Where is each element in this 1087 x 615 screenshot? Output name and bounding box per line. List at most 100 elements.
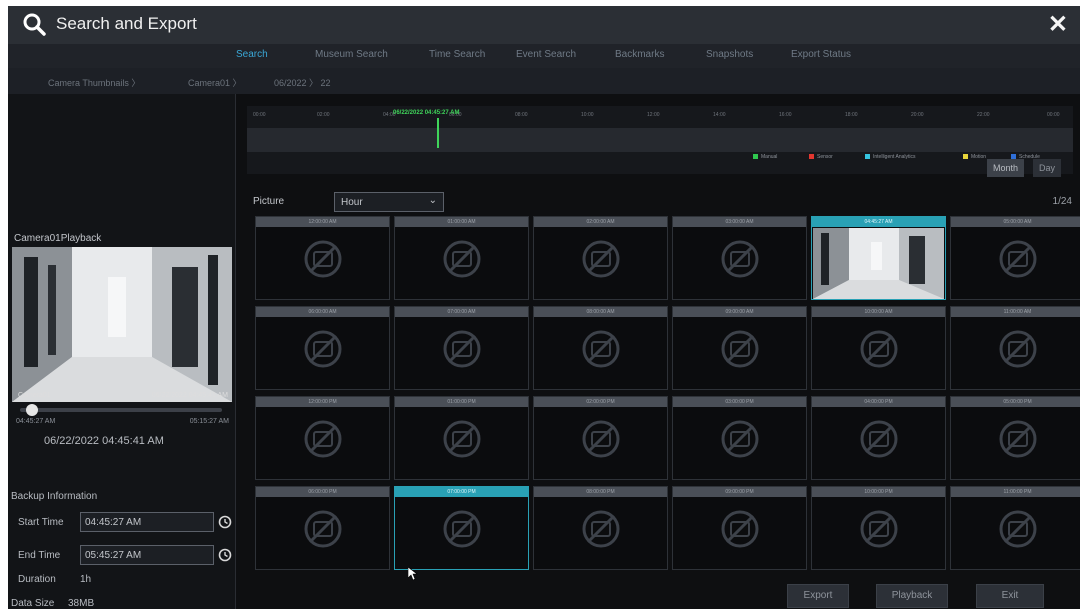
thumbnail-time: 07:00:00 AM: [395, 307, 528, 317]
thumbnail-cell[interactable]: 09:00:00 AM: [672, 306, 807, 390]
thumbnail-cell[interactable]: 10:00:00 PM: [811, 486, 946, 570]
thumbnail-time: 12:00:00 PM: [256, 397, 389, 407]
thumbnail-cell[interactable]: 05:00:00 AM: [950, 216, 1080, 300]
timeline-tick: 10:00: [581, 112, 594, 118]
thumbnail-cell[interactable]: 03:00:00 AM: [672, 216, 807, 300]
mouse-cursor-icon: [408, 567, 418, 581]
picture-interval-value: Hour: [341, 197, 363, 208]
timeline-tick: 12:00: [647, 112, 660, 118]
thumbnail-cell[interactable]: 12:00:00 PM: [255, 396, 390, 480]
no-image-icon: [301, 507, 345, 551]
thumbnail-cell[interactable]: 07:00:00 AM: [394, 306, 529, 390]
tab-time-search[interactable]: Time Search: [429, 49, 485, 60]
playback-title: Camera01Playback: [14, 233, 102, 244]
timeline-tick: 14:00: [713, 112, 726, 118]
thumbnail-cell[interactable]: 02:00:00 PM: [533, 396, 668, 480]
playback-slider[interactable]: [20, 404, 222, 416]
timeline[interactable]: 00:00 02:00 04:00 06:00 08:00 10:00 12:0…: [247, 106, 1073, 174]
thumbnail-cell[interactable]: 07:00:00 PM: [394, 486, 529, 570]
search-tabs: Search Museum Search Time Search Event S…: [8, 44, 1080, 68]
start-time-label: Start Time: [18, 517, 64, 528]
breadcrumb-date[interactable]: 06/2022 〉 22: [274, 76, 331, 89]
tab-snapshots[interactable]: Snapshots: [706, 49, 753, 60]
timeline-tick: 02:00: [317, 112, 330, 118]
no-image-icon: [579, 507, 623, 551]
duration-label: Duration: [18, 574, 56, 585]
clock-icon[interactable]: [218, 548, 232, 562]
end-time-field[interactable]: [80, 545, 214, 565]
picture-interval-select[interactable]: Hour ⌄: [334, 192, 444, 212]
playback-video[interactable]: Camera01 06/22/2022 04:45:41 AM: [12, 247, 232, 402]
thumbnail-cell[interactable]: 06:00:00 AM: [255, 306, 390, 390]
thumbnail-cell[interactable]: 11:00:00 PM: [950, 486, 1080, 570]
thumbnail-cell[interactable]: 06:00:00 PM: [255, 486, 390, 570]
legend-motion: Motion: [963, 154, 986, 160]
thumbnail-time: 01:00:00 AM: [395, 217, 528, 227]
no-image-icon: [440, 507, 484, 551]
thumbnail-cell[interactable]: 05:00:00 PM: [950, 396, 1080, 480]
tab-event-search[interactable]: Event Search: [516, 49, 576, 60]
legend-manual: Manual: [753, 154, 777, 160]
timeline-tick: 08:00: [515, 112, 528, 118]
tab-export-status[interactable]: Export Status: [791, 49, 851, 60]
search-export-window: Search and Export ✕ Search Museum Search…: [8, 6, 1080, 609]
no-image-icon: [857, 417, 901, 461]
thumbnail-cell[interactable]: 02:00:00 AM: [533, 216, 668, 300]
timeline-bar[interactable]: [247, 128, 1073, 152]
thumbnail-time: 11:00:00 PM: [951, 487, 1080, 497]
thumbnail-time: 03:00:00 AM: [673, 217, 806, 227]
exit-button[interactable]: Exit: [976, 584, 1044, 608]
thumbnail-cell[interactable]: 04:00:00 PM: [811, 396, 946, 480]
thumbnail-time: 12:00:00 AM: [256, 217, 389, 227]
playback-slider-knob[interactable]: [26, 404, 39, 416]
thumbnail-time: 04:00:00 PM: [812, 397, 945, 407]
playback-end-time: 05:15:27 AM: [189, 418, 229, 425]
thumbnail-cell[interactable]: 08:00:00 AM: [533, 306, 668, 390]
page-indicator: 1/24: [1052, 196, 1072, 207]
timeline-cursor-label: 06/22/2022 04:45:27 AM: [393, 110, 460, 116]
tab-backmarks[interactable]: Backmarks: [615, 49, 664, 60]
clock-icon[interactable]: [218, 515, 232, 529]
thumbnail-cell[interactable]: 12:00:00 AM: [255, 216, 390, 300]
close-icon[interactable]: ✕: [1048, 10, 1068, 39]
timeline-cursor[interactable]: [437, 118, 439, 148]
thumbnail-cell[interactable]: 01:00:00 PM: [394, 396, 529, 480]
thumbnail-cell[interactable]: 11:00:00 AM: [950, 306, 1080, 390]
timeline-tick: 00:00: [253, 112, 266, 118]
thumbnail-cell[interactable]: 09:00:00 PM: [672, 486, 807, 570]
timeline-tick: 16:00: [779, 112, 792, 118]
no-image-icon: [301, 237, 345, 281]
thumbnail-cell[interactable]: 01:00:00 AM: [394, 216, 529, 300]
thumbnail-time: 06:00:00 AM: [256, 307, 389, 317]
no-image-icon: [301, 417, 345, 461]
thumbnail-time: 05:00:00 PM: [951, 397, 1080, 407]
playback-overlay-time: 06/22/2022 04:45:41 AM: [151, 392, 228, 399]
export-button[interactable]: Export: [787, 584, 849, 608]
no-image-icon: [718, 327, 762, 371]
thumbnail-cell[interactable]: 10:00:00 AM: [811, 306, 946, 390]
thumbnail-time: 08:00:00 AM: [534, 307, 667, 317]
tab-museum-search[interactable]: Museum Search: [315, 49, 388, 60]
no-image-icon: [440, 237, 484, 281]
thumbnail-time: 08:00:00 PM: [534, 487, 667, 497]
thumbnail-time: 04:45:27 AM: [812, 217, 945, 227]
start-time-field[interactable]: [80, 512, 214, 532]
thumbnail-time: 03:00:00 PM: [673, 397, 806, 407]
breadcrumb-camera01[interactable]: Camera01 〉: [188, 76, 242, 89]
no-image-icon: [579, 327, 623, 371]
thumbnail-cell[interactable]: 04:45:27 AM: [811, 216, 946, 300]
picture-label: Picture: [253, 196, 285, 207]
thumbnail-time: 09:00:00 PM: [673, 487, 806, 497]
no-image-icon: [718, 417, 762, 461]
thumbnail-cell[interactable]: 08:00:00 PM: [533, 486, 668, 570]
day-toggle[interactable]: Day: [1033, 159, 1062, 177]
month-toggle[interactable]: Month: [987, 159, 1025, 177]
breadcrumb-camera-thumbnails[interactable]: Camera Thumbnails 〉: [48, 76, 140, 89]
no-image-icon: [996, 327, 1040, 371]
left-panel: Camera01Playback Camera01 06/22/2022 04:…: [8, 94, 236, 609]
playback-button[interactable]: Playback: [876, 584, 948, 608]
thumbnail-time: 05:00:00 AM: [951, 217, 1080, 227]
no-image-icon: [857, 327, 901, 371]
tab-search[interactable]: Search: [236, 49, 268, 60]
thumbnail-cell[interactable]: 03:00:00 PM: [672, 396, 807, 480]
